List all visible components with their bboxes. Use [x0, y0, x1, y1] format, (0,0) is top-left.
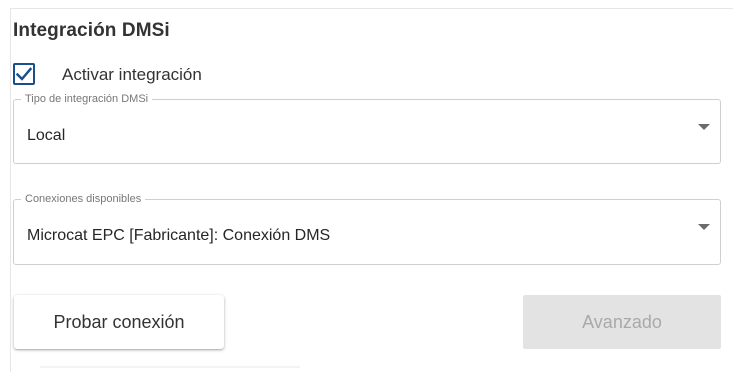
advanced-button: Avanzado: [523, 295, 721, 349]
integration-type-select[interactable]: Tipo de integración DMSi Local: [13, 92, 721, 164]
integration-type-legend: Tipo de integración DMSi: [21, 92, 153, 106]
caret-down-icon[interactable]: [698, 124, 710, 130]
connections-legend: Conexiones disponibles: [21, 192, 146, 206]
activate-integration-label[interactable]: Activar integración: [62, 65, 202, 85]
checkmark-icon: [16, 67, 32, 81]
connections-value: Microcat EPC [Fabricante]: Conexión DMS: [27, 227, 331, 244]
test-connection-button[interactable]: Probar conexión: [14, 295, 224, 349]
divider: [40, 366, 300, 368]
connections-select[interactable]: Conexiones disponibles Microcat EPC [Fab…: [13, 192, 721, 265]
caret-down-icon[interactable]: [698, 224, 710, 230]
section-title: Integración DMSi: [13, 20, 170, 41]
activate-integration-checkbox[interactable]: [13, 63, 35, 85]
integration-type-value: Local: [27, 127, 66, 144]
